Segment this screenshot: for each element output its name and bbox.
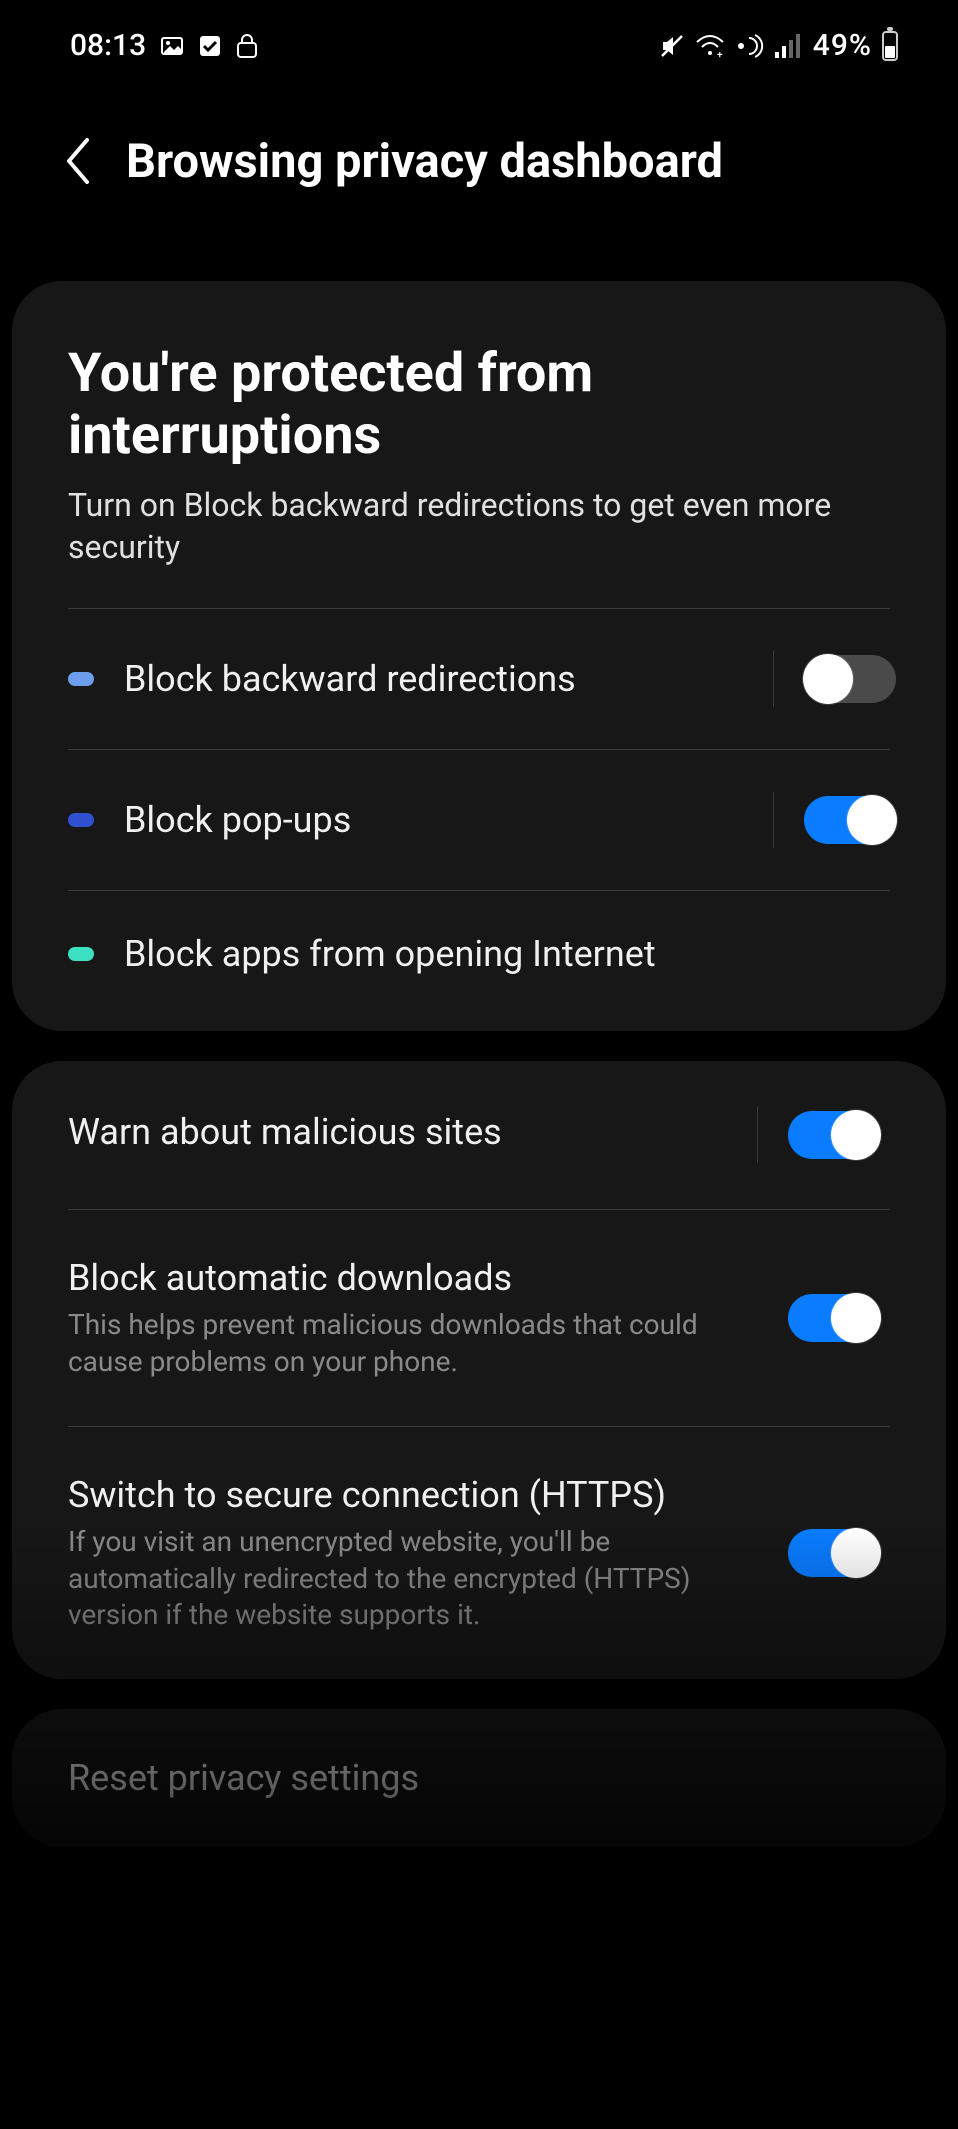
wifi-icon: +: [695, 34, 725, 58]
signal-icon: [775, 34, 803, 58]
vertical-separator: [773, 792, 774, 848]
row-block-apps-opening-internet[interactable]: Block apps from opening Internet: [12, 891, 946, 1031]
security-card: Warn about malicious sites Block automat…: [12, 1061, 946, 1679]
vertical-separator: [773, 651, 774, 707]
status-bar: 08:13 + 49%: [0, 0, 958, 91]
toggle-block-backward-redirections[interactable]: [804, 655, 896, 703]
page-title: Browsing privacy dashboard: [126, 134, 723, 189]
row-warn-malicious-sites[interactable]: Warn about malicious sites: [12, 1061, 946, 1209]
back-button[interactable]: [60, 131, 96, 191]
image-icon: [160, 34, 184, 58]
status-left: 08:13: [70, 28, 258, 63]
battery-percent: 49%: [813, 28, 872, 63]
mute-icon: [659, 33, 685, 59]
row-block-backward-redirections[interactable]: Block backward redirections: [12, 609, 946, 749]
vertical-separator: [757, 1107, 758, 1163]
hero-title: You're protected from interruptions: [68, 343, 890, 467]
battery-icon: [882, 31, 898, 61]
lock-icon: [236, 33, 258, 59]
row-label: Block pop-ups: [124, 799, 743, 841]
hero-section: You're protected from interruptions Turn…: [12, 281, 946, 609]
toggle-warn-malicious-sites[interactable]: [788, 1111, 880, 1159]
reset-card[interactable]: Reset privacy settings: [12, 1709, 946, 1847]
indicator-dot-icon: [68, 672, 94, 686]
row-switch-secure-connection[interactable]: Switch to secure connection (HTTPS) If y…: [12, 1427, 946, 1679]
protection-card: You're protected from interruptions Turn…: [12, 281, 946, 1031]
row-title: Warn about malicious sites: [68, 1110, 727, 1155]
volte-icon: [735, 33, 765, 59]
toggle-block-popups[interactable]: [804, 796, 896, 844]
header: Browsing privacy dashboard: [0, 91, 958, 251]
row-description: This helps prevent malicious downloads t…: [68, 1307, 758, 1380]
hero-subtitle: Turn on Block backward redirections to g…: [68, 485, 890, 568]
status-right: + 49%: [659, 28, 898, 63]
reset-privacy-settings: Reset privacy settings: [68, 1757, 890, 1799]
svg-text:+: +: [717, 50, 723, 58]
row-title: Switch to secure connection (HTTPS): [68, 1473, 758, 1518]
row-block-auto-downloads[interactable]: Block automatic downloads This helps pre…: [12, 1210, 946, 1426]
toggle-block-auto-downloads[interactable]: [788, 1294, 880, 1342]
toggle-switch-secure-connection[interactable]: [788, 1529, 880, 1577]
status-time: 08:13: [70, 28, 146, 63]
row-description: If you visit an unencrypted website, you…: [68, 1524, 758, 1633]
checkbox-icon: [198, 34, 222, 58]
indicator-dot-icon: [68, 813, 94, 827]
row-title: Block automatic downloads: [68, 1256, 758, 1301]
row-label: Block apps from opening Internet: [124, 933, 906, 975]
row-label: Block backward redirections: [124, 658, 743, 700]
indicator-dot-icon: [68, 947, 94, 961]
row-block-popups[interactable]: Block pop-ups: [12, 750, 946, 890]
